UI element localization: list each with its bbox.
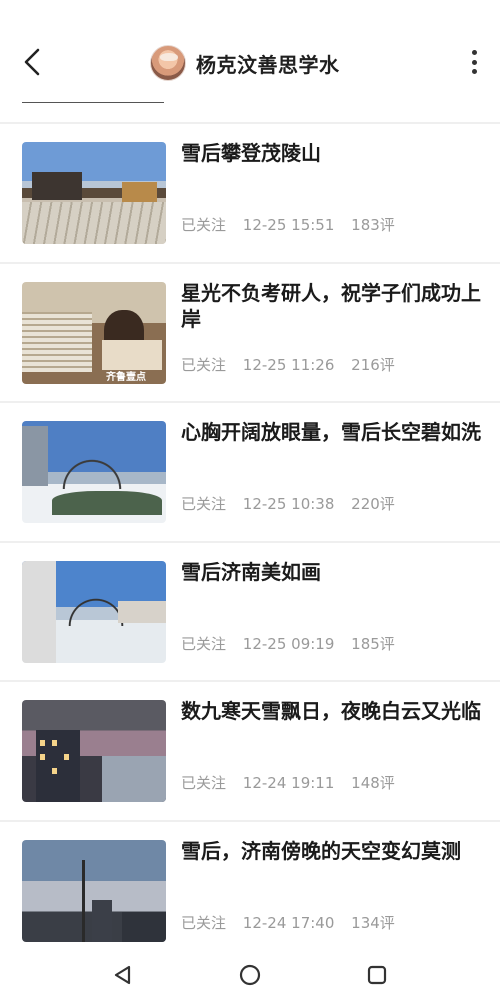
thumbnail-image[interactable]: 齐鲁壹点 [22, 281, 166, 384]
comment-count: 148评 [351, 774, 395, 792]
follow-status: 已关注 [181, 634, 227, 653]
article-meta: 已关注 12-24 17:40 134评 [181, 912, 407, 933]
article-meta: 已关注 12-25 15:51 183评 [181, 214, 407, 235]
back-button[interactable] [14, 44, 50, 80]
article-title[interactable]: 数九寒天雪飘日，夜晚白云又光临 [181, 698, 481, 724]
follow-status: 已关注 [181, 355, 227, 374]
follow-status: 已关注 [181, 495, 227, 513]
thumbnail-image[interactable] [22, 839, 166, 942]
publish-time: 12-25 15:51 [242, 216, 335, 234]
comment-count: 216评 [351, 355, 395, 374]
article-title[interactable]: 心胸开阔放眼量，雪后长空碧如洗 [181, 419, 481, 445]
thumbnail-image[interactable] [22, 421, 166, 523]
publish-time: 12-25 11:26 [242, 355, 335, 374]
author-name[interactable]: 杨克汶善思学水 [196, 49, 340, 78]
publish-time: 12-24 19:11 [242, 774, 335, 792]
thumbnail-image[interactable] [22, 142, 166, 244]
chevron-left-icon [24, 48, 40, 76]
comment-count: 183评 [351, 216, 395, 234]
article-meta: 已关注 12-25 10:38 220评 [181, 493, 407, 514]
publish-time: 12-25 09:19 [242, 634, 335, 653]
nav-back-button[interactable] [103, 955, 143, 995]
thumbnail-image[interactable] [22, 560, 166, 663]
article-title[interactable]: 雪后攀登茂陵山 [181, 140, 481, 166]
list-item[interactable]: 心胸开阔放眼量，雪后长空碧如洗 已关注 12-25 10:38 220评 [0, 403, 500, 541]
publish-time: 12-25 10:38 [242, 495, 335, 513]
list-item[interactable]: 雪后济南美如画 已关注 12-25 09:19 185评 [0, 543, 500, 681]
comment-count: 134评 [351, 913, 395, 932]
article-meta: 已关注 12-25 11:26 216评 [181, 354, 407, 375]
article-meta: 已关注 12-25 09:19 185评 [181, 633, 407, 654]
list-item[interactable]: 齐鲁壹点 星光不负考研人，祝学子们成功上岸 已关注 12-25 11:26 21… [0, 264, 500, 402]
divider [22, 102, 164, 103]
more-vertical-icon [471, 50, 477, 55]
article-meta: 已关注 12-24 19:11 148评 [181, 772, 407, 793]
follow-status: 已关注 [181, 774, 227, 792]
article-title[interactable]: 星光不负考研人，祝学子们成功上岸 [181, 280, 481, 332]
thumbnail-image[interactable] [22, 700, 166, 802]
avatar[interactable] [150, 45, 186, 81]
article-title[interactable]: 雪后济南美如画 [181, 559, 481, 585]
comment-count: 185评 [351, 634, 395, 653]
list-item[interactable]: 雪后，济南傍晚的天空变幻莫测 已关注 12-24 17:40 134评 [0, 822, 500, 960]
author-header[interactable]: 杨克汶善思学水 [150, 44, 340, 82]
image-watermark: 齐鲁壹点 [106, 371, 146, 383]
circle-home-icon [239, 964, 261, 986]
publish-time: 12-24 17:40 [242, 913, 335, 932]
follow-status: 已关注 [181, 913, 227, 932]
nav-recents-button[interactable] [357, 955, 397, 995]
square-recents-icon [367, 965, 386, 985]
system-nav-bar [0, 950, 500, 1000]
top-bar: 杨克汶善思学水 [0, 0, 500, 105]
list-item[interactable]: 雪后攀登茂陵山 已关注 12-25 15:51 183评 [0, 124, 500, 262]
article-list: 雪后攀登茂陵山 已关注 12-25 15:51 183评 齐鲁壹点 星光不负考研… [0, 122, 500, 959]
list-item[interactable]: 数九寒天雪飘日，夜晚白云又光临 已关注 12-24 19:11 148评 [0, 682, 500, 820]
nav-home-button[interactable] [230, 955, 270, 995]
more-options-button[interactable] [462, 46, 486, 78]
follow-status: 已关注 [181, 216, 227, 234]
triangle-back-icon [115, 965, 131, 985]
comment-count: 220评 [351, 495, 395, 513]
article-title[interactable]: 雪后，济南傍晚的天空变幻莫测 [181, 838, 481, 864]
